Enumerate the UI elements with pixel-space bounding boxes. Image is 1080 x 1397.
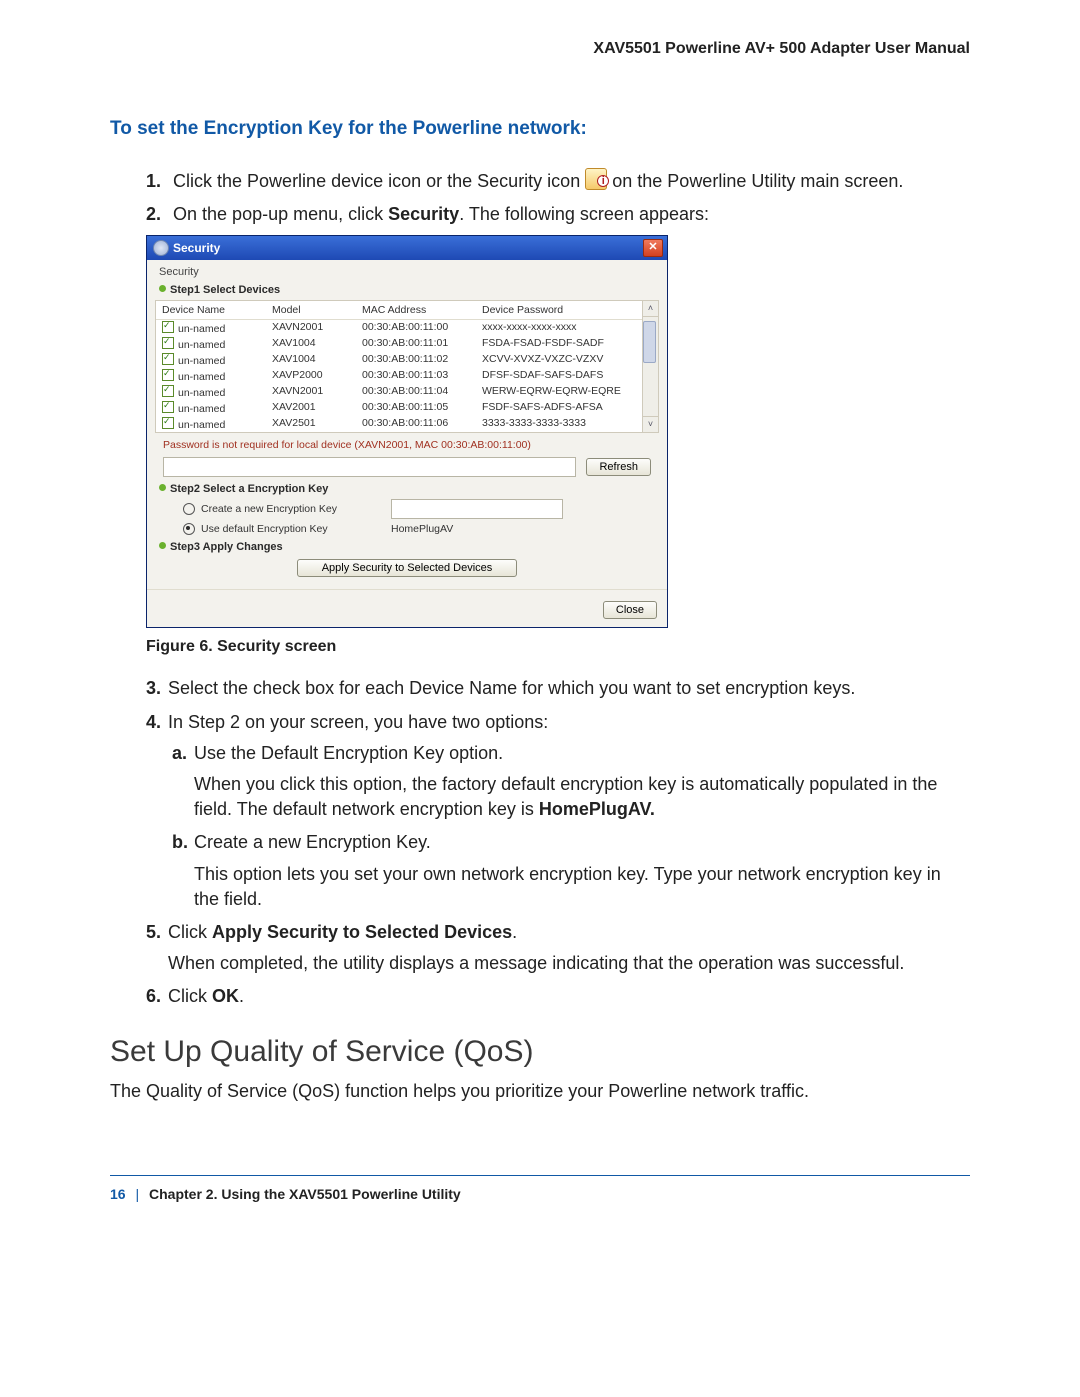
step-6: 6.Click OK. bbox=[146, 984, 970, 1009]
figure-security-screen: Security ✕ Security Step1 Select Devices… bbox=[146, 235, 970, 628]
bullet-icon bbox=[159, 542, 166, 549]
scroll-up-icon[interactable]: ˄ bbox=[643, 301, 658, 317]
step-2-text-b: . The following screen appears: bbox=[459, 204, 709, 224]
table-row[interactable]: un-namedXAVP200000:30:AB:00:11:03DFSF-SD… bbox=[156, 368, 643, 384]
label-create-key: Create a new Encryption Key bbox=[201, 503, 391, 515]
step-1-text-b: on the Powerline Utility main screen. bbox=[612, 171, 903, 191]
step-5: 5.Click Apply Security to Selected Devic… bbox=[146, 920, 970, 976]
footer-separator bbox=[110, 1175, 970, 1176]
figure-caption: Figure 6. Security screen bbox=[146, 638, 970, 656]
radio-create-key[interactable] bbox=[183, 503, 195, 515]
radio-default-key[interactable] bbox=[183, 523, 195, 535]
security-lock-icon bbox=[585, 168, 607, 190]
row-checkbox[interactable] bbox=[162, 321, 174, 333]
step-2: 2. On the pop-up menu, click Security. T… bbox=[146, 202, 970, 227]
menu-security[interactable]: Security bbox=[159, 266, 659, 278]
step-4a: a.Use the Default Encryption Key option.… bbox=[172, 741, 970, 823]
step-2-text-a: On the pop-up menu, click bbox=[173, 204, 388, 224]
table-row[interactable]: un-namedXAV100400:30:AB:00:11:01FSDA-FSA… bbox=[156, 336, 643, 352]
label-default-key: Use default Encryption Key bbox=[201, 523, 391, 535]
section-qos-heading: Set Up Quality of Service (QoS) bbox=[110, 1035, 970, 1069]
step2-label: Step2 Select a Encryption Key bbox=[159, 483, 659, 495]
col-device-name[interactable]: Device Name bbox=[162, 304, 272, 316]
window-title: Security bbox=[173, 241, 220, 255]
table-row[interactable]: un-namedXAV200100:30:AB:00:11:05FSDF-SAF… bbox=[156, 400, 643, 416]
window-titlebar[interactable]: Security ✕ bbox=[147, 236, 667, 260]
qos-body: The Quality of Service (QoS) function he… bbox=[110, 1079, 970, 1104]
footer: 16 | Chapter 2. Using the XAV5501 Powerl… bbox=[110, 1186, 970, 1202]
step3-label: Step3 Apply Changes bbox=[159, 541, 659, 553]
new-key-input[interactable] bbox=[391, 499, 563, 519]
bullet-icon bbox=[159, 285, 166, 292]
row-checkbox[interactable] bbox=[162, 353, 174, 365]
col-mac[interactable]: MAC Address bbox=[362, 304, 482, 316]
table-row[interactable]: un-namedXAV100400:30:AB:00:11:02XCVV-XVX… bbox=[156, 352, 643, 368]
table-row[interactable]: un-namedXAVN200100:30:AB:00:11:00xxxx-xx… bbox=[156, 320, 643, 336]
scrollbar[interactable]: ˄ ˅ bbox=[642, 301, 658, 432]
step-1: 1. Click the Powerline device icon or th… bbox=[146, 168, 970, 194]
col-model[interactable]: Model bbox=[272, 304, 362, 316]
step-5-explain: When completed, the utility displays a m… bbox=[168, 951, 970, 976]
gear-icon bbox=[153, 240, 169, 256]
table-row[interactable]: un-namedXAVN200100:30:AB:00:11:04WERW-EQ… bbox=[156, 384, 643, 400]
apply-security-button[interactable]: Apply Security to Selected Devices bbox=[297, 559, 518, 577]
close-button[interactable]: Close bbox=[603, 601, 657, 619]
step-4b: b.Create a new Encryption Key. This opti… bbox=[172, 830, 970, 912]
scroll-thumb[interactable] bbox=[643, 321, 656, 363]
section-heading: To set the Encryption Key for the Powerl… bbox=[110, 118, 970, 140]
row-checkbox[interactable] bbox=[162, 401, 174, 413]
bullet-icon bbox=[159, 484, 166, 491]
row-checkbox[interactable] bbox=[162, 369, 174, 381]
procedure-list: 1. Click the Powerline device icon or th… bbox=[110, 168, 970, 227]
security-window: Security ✕ Security Step1 Select Devices… bbox=[146, 235, 668, 628]
document-header: XAV5501 Powerline AV+ 500 Adapter User M… bbox=[110, 40, 970, 58]
scroll-down-icon[interactable]: ˅ bbox=[643, 416, 658, 432]
password-note: Password is not required for local devic… bbox=[163, 439, 655, 451]
col-password[interactable]: Device Password bbox=[482, 304, 637, 316]
step-1-text-a: Click the Powerline device icon or the S… bbox=[173, 171, 580, 191]
window-close-button[interactable]: ✕ bbox=[643, 239, 663, 257]
step-4b-explain: This option lets you set your own networ… bbox=[194, 862, 970, 912]
default-key-value: HomePlugAV bbox=[391, 523, 453, 535]
step-4a-explain: When you click this option, the factory … bbox=[194, 772, 970, 822]
page-number: 16 bbox=[110, 1186, 126, 1202]
step-2-bold: Security bbox=[388, 204, 459, 224]
chapter-label: Chapter 2. Using the XAV5501 Powerline U… bbox=[149, 1186, 461, 1202]
refresh-button[interactable]: Refresh bbox=[586, 458, 651, 476]
password-input[interactable] bbox=[163, 457, 576, 477]
step-3: 3.Select the check box for each Device N… bbox=[146, 676, 970, 701]
row-checkbox[interactable] bbox=[162, 417, 174, 429]
row-checkbox[interactable] bbox=[162, 337, 174, 349]
step1-label: Step1 Select Devices bbox=[159, 284, 659, 296]
row-checkbox[interactable] bbox=[162, 385, 174, 397]
procedure-list-continued: 3.Select the check box for each Device N… bbox=[110, 676, 970, 1009]
table-header: Device Name Model MAC Address Device Pas… bbox=[156, 301, 643, 320]
table-row[interactable]: un-namedXAV250100:30:AB:00:11:063333-333… bbox=[156, 416, 643, 432]
step-4: 4.In Step 2 on your screen, you have two… bbox=[146, 710, 970, 912]
devices-table: Device Name Model MAC Address Device Pas… bbox=[155, 300, 659, 433]
